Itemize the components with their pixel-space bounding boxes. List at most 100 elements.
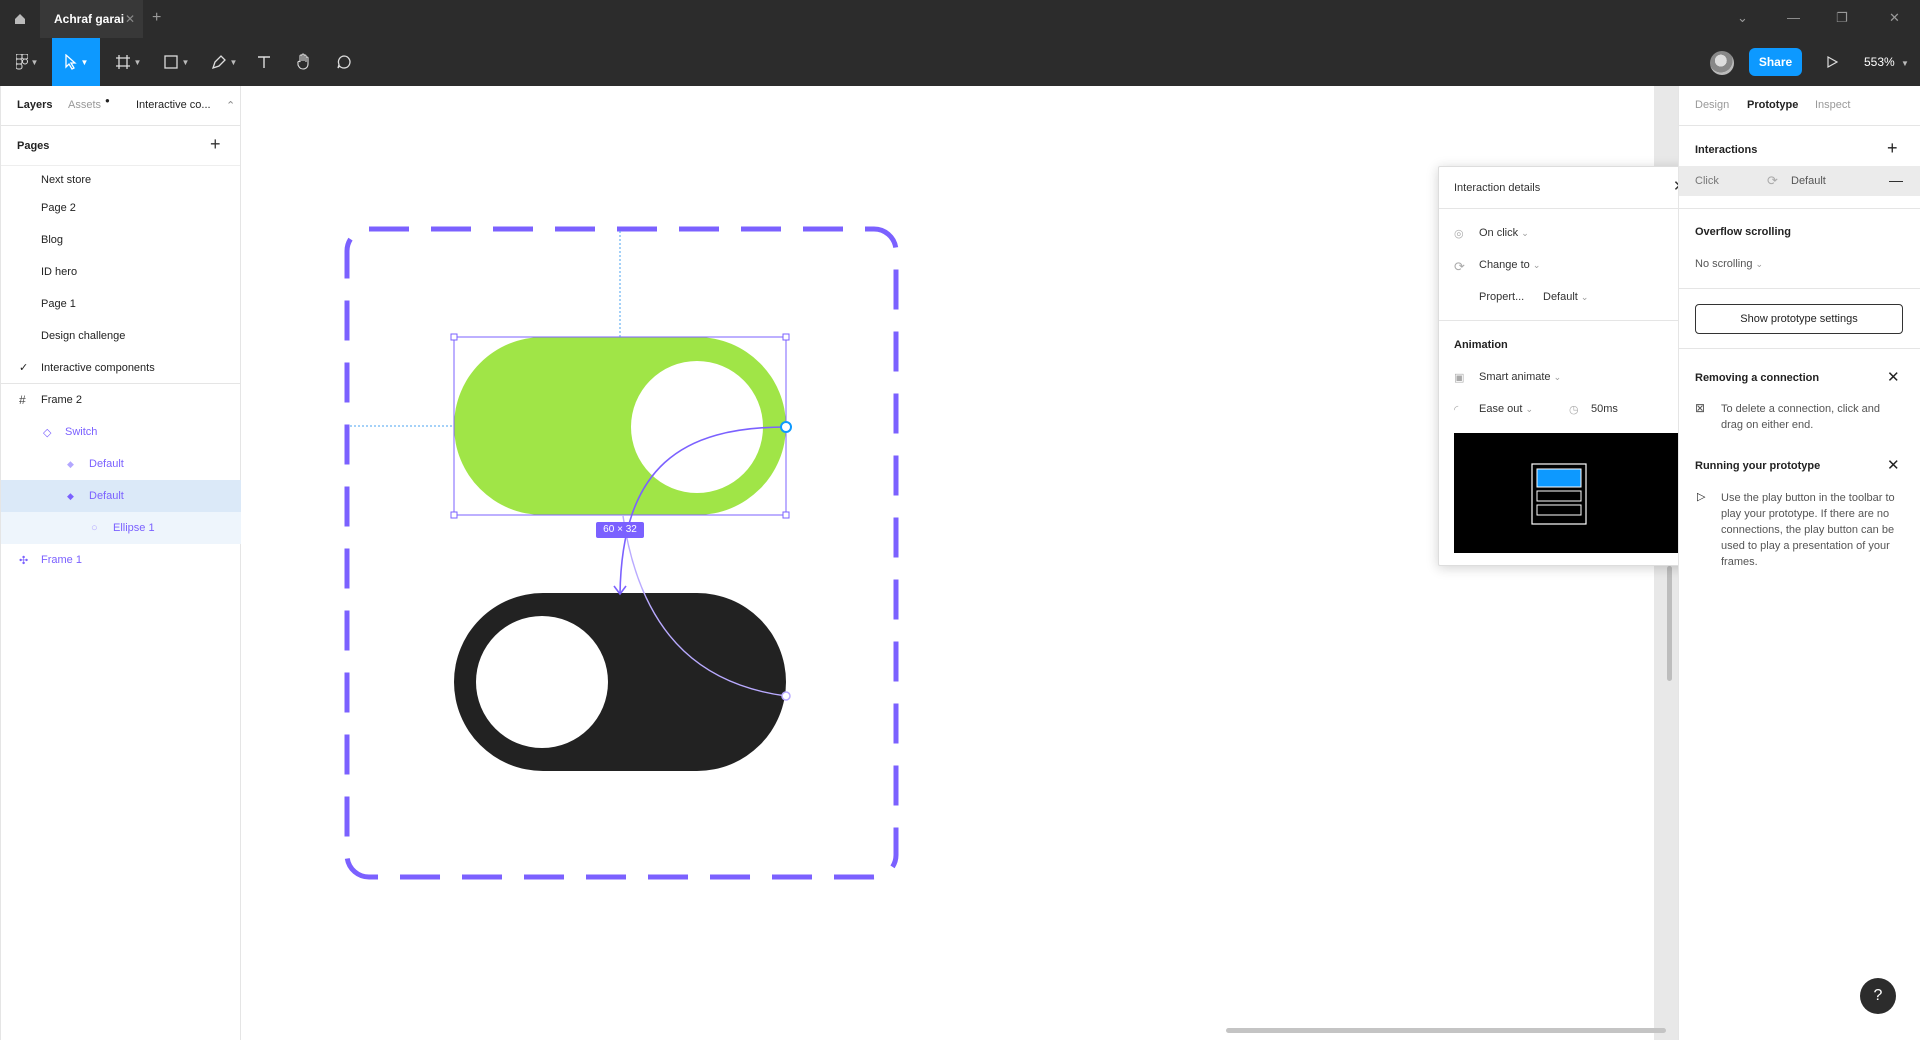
tab-inspect[interactable]: Inspect [1815, 99, 1850, 111]
page-switcher[interactable]: Interactive co... [136, 99, 211, 111]
layers-panel: Layers Assets ● Interactive co... ⌃ Page… [0, 86, 241, 1040]
selection-handle [450, 511, 458, 519]
overflow-dropdown[interactable]: No scrolling ⌄ [1695, 258, 1763, 270]
layer-row[interactable]: ◆ Default [1, 448, 241, 480]
home-icon[interactable] [10, 9, 30, 29]
help-button[interactable]: ? [1860, 978, 1896, 1014]
easing-curve-icon: ◜ [1454, 404, 1459, 416]
overflow-title: Overflow scrolling [1695, 226, 1791, 238]
selection-handle [450, 333, 458, 341]
restore-icon[interactable]: ❐ [1836, 10, 1848, 26]
page-label: Blog [41, 234, 64, 246]
interactions-title: Interactions [1695, 144, 1758, 156]
layer-label: Ellipse 1 [113, 522, 155, 534]
change-to-icon: ⟳ [1767, 173, 1778, 188]
toolbar: ▼ ▼ ▼ ▼ ▼ Share 553% ▼ [0, 38, 1920, 86]
trigger-icon: ◎ [1454, 228, 1464, 240]
layer-label: Default [89, 458, 124, 470]
layer-row[interactable]: ◇ Switch [1, 416, 241, 448]
layer-row-selected[interactable]: ◆ Default [1, 480, 241, 512]
shape-tool-button[interactable]: ▼ [158, 38, 194, 86]
move-tool-button[interactable]: ▼ [52, 38, 100, 86]
overflow-value: No scrolling [1695, 258, 1753, 270]
show-prototype-settings-button[interactable]: Show prototype settings [1695, 304, 1903, 334]
comment-tool-button[interactable] [332, 38, 356, 86]
close-icon[interactable]: ✕ [1887, 456, 1900, 474]
frame-icon: # [19, 393, 26, 407]
new-tab-icon[interactable]: + [152, 9, 161, 27]
horizontal-scrollbar-thumb[interactable] [1226, 1028, 1666, 1033]
layer-row[interactable]: ○ Ellipse 1 [1, 512, 241, 544]
hand-tool-button[interactable] [292, 38, 316, 86]
close-icon[interactable]: ✕ [1887, 368, 1900, 386]
present-button[interactable] [1820, 38, 1844, 86]
switch-on-knob [631, 361, 763, 493]
easing-value: Ease out [1479, 403, 1523, 415]
minimize-icon[interactable]: — [1787, 10, 1800, 25]
chevron-up-icon[interactable]: ⌃ [226, 99, 235, 112]
page-item[interactable]: Page 2 [1, 192, 241, 224]
left-panel-tabs: Layers Assets ● Interactive co... ⌃ [1, 86, 240, 126]
tab-design[interactable]: Design [1695, 99, 1729, 111]
tab-prototype[interactable]: Prototype [1747, 99, 1798, 111]
zoom-value: 553% [1864, 55, 1895, 69]
zoom-level[interactable]: 553% ▼ [1864, 55, 1909, 69]
animation-value: Smart animate [1479, 371, 1551, 383]
pen-tool-button[interactable]: ▼ [206, 38, 242, 86]
frame-dashed-border [344, 226, 899, 880]
pen-icon [211, 55, 226, 70]
duration-input[interactable]: 50ms [1591, 403, 1618, 415]
component-icon: ✣ [19, 554, 29, 567]
frame-tool-button[interactable]: ▼ [110, 38, 146, 86]
divider [1679, 288, 1920, 289]
add-page-icon[interactable]: + [210, 134, 221, 155]
switch-off-knob [476, 616, 608, 748]
property-dropdown[interactable]: Default ⌄ [1543, 291, 1588, 303]
animation-dropdown[interactable]: Smart animate ⌄ [1479, 371, 1561, 383]
clock-icon: ◷ [1569, 404, 1579, 416]
page-item-current[interactable]: ✓ Interactive components [1, 352, 241, 384]
figma-icon [15, 54, 28, 70]
trigger-value: On click [1479, 227, 1519, 239]
page-item[interactable]: Page 1 [1, 288, 241, 320]
page-label: Page 1 [41, 298, 76, 310]
layer-row[interactable]: ✣ Frame 1 [1, 544, 241, 576]
easing-dropdown[interactable]: Ease out ⌄ [1479, 403, 1533, 415]
remove-interaction-icon[interactable]: — [1889, 172, 1903, 188]
trigger-dropdown[interactable]: On click ⌄ [1479, 227, 1529, 239]
page-item[interactable]: Next store [1, 166, 241, 194]
close-window-icon[interactable]: ✕ [1889, 10, 1900, 26]
pages-title: Pages [17, 140, 50, 152]
tab-layers[interactable]: Layers [17, 99, 52, 111]
property-value: Default [1543, 291, 1578, 303]
component-icon: ◆ [67, 490, 74, 501]
interaction-target: Default [1791, 175, 1826, 187]
page-item[interactable]: ID hero [1, 256, 241, 288]
page-item[interactable]: Design challenge [1, 320, 241, 352]
page-label: ID hero [41, 266, 78, 278]
file-tab[interactable]: Achraf garai ✕ [40, 0, 143, 38]
animation-title: Animation [1454, 339, 1508, 351]
right-panel-tabs: Design Prototype Inspect [1679, 86, 1920, 126]
connection-end-handle [781, 691, 791, 701]
close-tab-icon[interactable]: ✕ [125, 12, 135, 26]
text-tool-button[interactable] [252, 38, 276, 86]
page-item[interactable]: Blog [1, 224, 241, 256]
interaction-row[interactable]: Click ⟳ Default — [1679, 166, 1920, 196]
main-menu-button[interactable]: ▼ [10, 38, 44, 86]
avatar[interactable] [1710, 51, 1734, 75]
text-icon [258, 56, 270, 68]
rectangle-icon [163, 55, 178, 69]
action-icon: ⟳ [1454, 259, 1465, 274]
unread-dot-icon: ● [105, 96, 110, 105]
chevron-down-icon[interactable]: ⌄ [1737, 10, 1748, 26]
tab-assets[interactable]: Assets [68, 99, 101, 111]
add-interaction-icon[interactable]: + [1887, 138, 1898, 159]
popup-header: Interaction details ✕ [1439, 167, 1694, 209]
comment-icon [337, 55, 351, 69]
action-dropdown[interactable]: Change to ⌄ [1479, 259, 1540, 271]
vertical-scrollbar-thumb[interactable] [1667, 566, 1672, 681]
share-button[interactable]: Share [1749, 48, 1802, 76]
layer-row[interactable]: # Frame 2 [1, 384, 241, 416]
pages-header: Pages + [1, 126, 240, 166]
